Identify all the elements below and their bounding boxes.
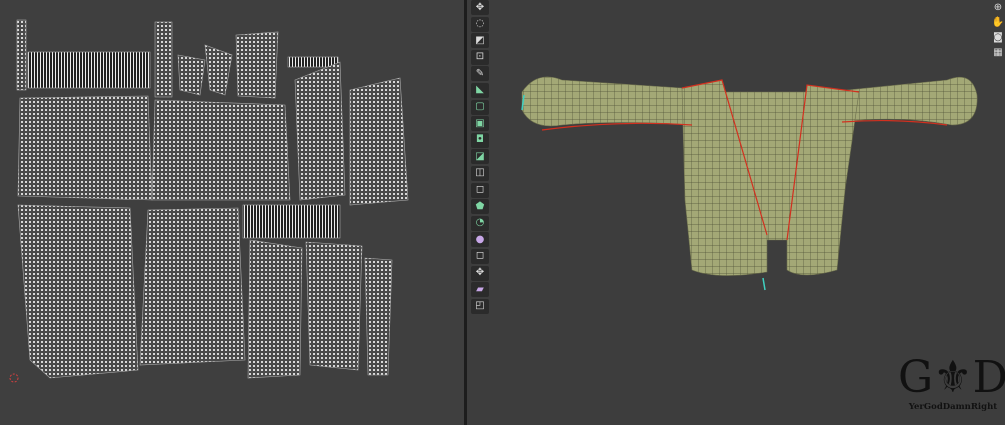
uv-island <box>294 61 346 201</box>
rotate-icon[interactable]: ◌ <box>471 16 489 32</box>
annotate-icon[interactable]: ✎ <box>471 66 489 82</box>
left-sleeve <box>521 76 693 127</box>
navigation-gizmo: ⊕ ✋ ◙ ▦ <box>991 0 1005 60</box>
smooth-icon[interactable]: ● <box>471 232 489 248</box>
edge-slide-icon[interactable]: ◻ <box>471 248 489 264</box>
tool-shelf: ✥ ◌ ◩ ⊡ ✎ ◣ ▢ ▣ ◘ ◪ ◫ ◻ ⬟ ◔ ● ◻ ✥ ▰ ◰ <box>471 0 489 315</box>
uv-island <box>235 31 279 99</box>
uv-island <box>17 204 139 379</box>
pan-hand-icon[interactable]: ✋ <box>991 15 1005 30</box>
knife-icon[interactable]: ◻ <box>471 182 489 198</box>
uv-island <box>242 204 341 239</box>
logo-tagline: YerGodDamnRight <box>908 402 998 412</box>
selected-edge <box>762 277 766 291</box>
loop-cut-icon[interactable]: ◫ <box>471 165 489 181</box>
uv-island <box>139 207 246 366</box>
scale-icon[interactable]: ◩ <box>471 33 489 49</box>
rip-region-icon[interactable]: ◰ <box>471 298 489 314</box>
uv-editor[interactable] <box>0 0 464 425</box>
2d-cursor-icon <box>9 373 19 383</box>
uv-islands[interactable] <box>0 0 464 425</box>
uv-island <box>27 51 151 89</box>
shrink-fatten-icon[interactable]: ✥ <box>471 265 489 281</box>
add-cube-icon[interactable]: ▢ <box>471 99 489 115</box>
measure-icon[interactable]: ◣ <box>471 82 489 98</box>
uv-island <box>16 19 27 91</box>
extrude-region-icon[interactable]: ▣ <box>471 116 489 132</box>
uv-island <box>204 44 233 96</box>
move-icon[interactable]: ✥ <box>471 0 489 15</box>
camera-icon[interactable]: ◙ <box>991 30 1005 45</box>
spin-icon[interactable]: ◔ <box>471 215 489 231</box>
right-sleeve <box>841 76 978 126</box>
grid-icon[interactable]: ▦ <box>991 45 1005 60</box>
transform-icon[interactable]: ⊡ <box>471 49 489 65</box>
uv-island <box>364 257 393 376</box>
bevel-icon[interactable]: ◪ <box>471 149 489 165</box>
uv-island <box>17 95 153 201</box>
poly-build-icon[interactable]: ⬟ <box>471 199 489 215</box>
uv-island <box>177 54 206 96</box>
uv-island <box>305 241 363 371</box>
shear-icon[interactable]: ▰ <box>471 282 489 298</box>
uv-island <box>247 239 303 379</box>
uv-island <box>349 77 409 206</box>
logo-mark: G⚜D <box>898 352 1005 403</box>
zoom-icon[interactable]: ⊕ <box>991 0 1005 15</box>
inset-faces-icon[interactable]: ◘ <box>471 132 489 148</box>
watermark-logo: G⚜D YerGodDamnRight <box>898 356 1005 413</box>
uv-island <box>154 21 173 98</box>
uv-island <box>151 99 291 201</box>
